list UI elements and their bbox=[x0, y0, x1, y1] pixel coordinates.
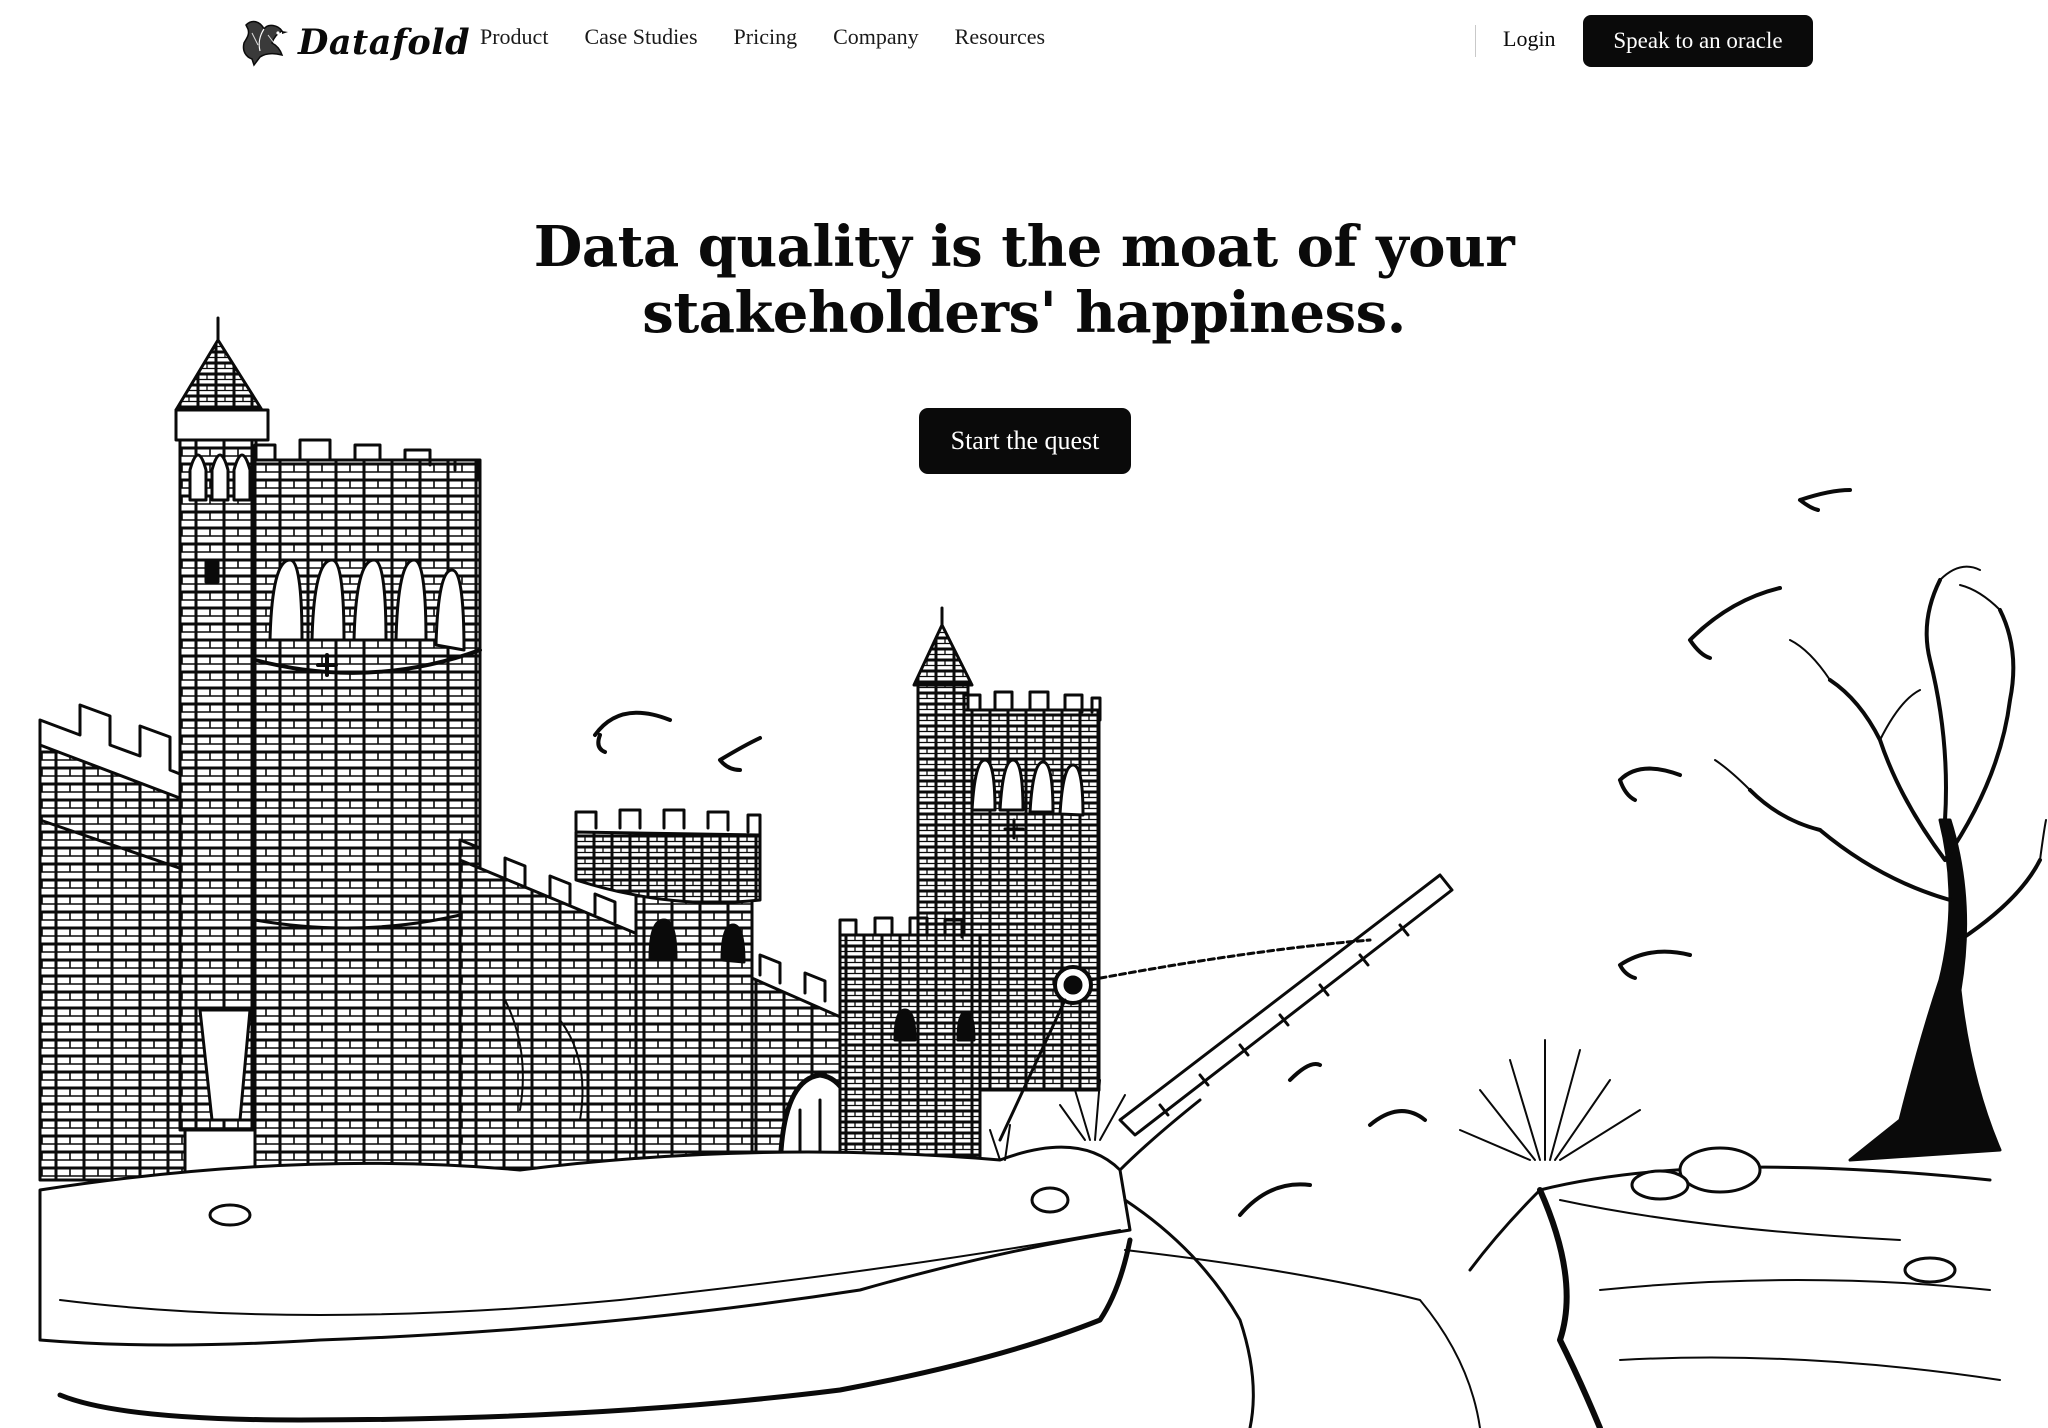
main-tower bbox=[174, 316, 482, 1182]
far-towers bbox=[838, 606, 1102, 1177]
main-nav: Product Case Studies Pricing Company Res… bbox=[480, 24, 1045, 50]
brand-logo[interactable]: Datafold bbox=[238, 14, 470, 70]
nav-company[interactable]: Company bbox=[833, 24, 919, 50]
nav-resources[interactable]: Resources bbox=[955, 24, 1045, 50]
top-nav: Datafold Product Case Studies Pricing Co… bbox=[0, 0, 2048, 84]
hero-headline-line-1: Data quality is the moat of your bbox=[533, 214, 1515, 280]
left-wall bbox=[38, 703, 187, 1182]
dead-tree bbox=[1714, 565, 2047, 1162]
nav-pricing[interactable]: Pricing bbox=[734, 24, 798, 50]
hero-headline-line-2: stakeholders' happiness. bbox=[642, 280, 1406, 346]
landing-page: Datafold Product Case Studies Pricing Co… bbox=[0, 0, 2048, 1428]
login-link[interactable]: Login bbox=[1503, 26, 1556, 52]
start-quest-button[interactable]: Start the quest bbox=[919, 408, 1131, 474]
nav-divider bbox=[1475, 25, 1476, 57]
hero-headline: Data quality is the moat of your stakeho… bbox=[0, 214, 2048, 346]
nav-case-studies[interactable]: Case Studies bbox=[584, 24, 697, 50]
speak-to-oracle-button[interactable]: Speak to an oracle bbox=[1583, 15, 1813, 67]
bird-icon bbox=[242, 20, 288, 67]
nav-product[interactable]: Product bbox=[480, 24, 548, 50]
brand-name: Datafold bbox=[298, 21, 471, 63]
